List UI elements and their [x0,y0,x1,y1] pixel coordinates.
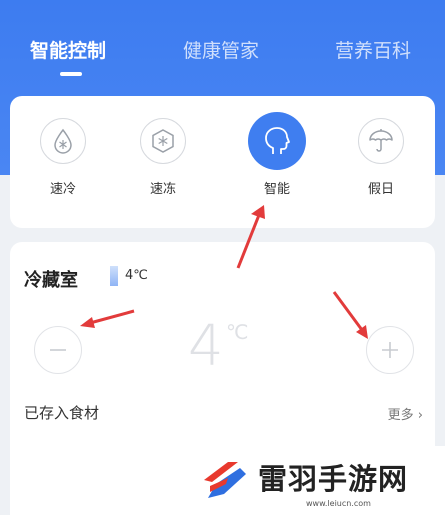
temperature-display-unit: ℃ [226,320,249,344]
umbrella-icon [369,129,393,152]
mode-label: 速冻 [149,182,176,197]
tab-health-manager[interactable]: 健康管家 [183,36,259,63]
more-label: 更多 [387,408,414,423]
watermark-url: www.leiucn.com [306,499,371,508]
temperature-display-value: 4 [188,314,224,379]
temperature-bar-icon [110,266,118,286]
head-profile-icon [265,127,290,154]
watermark-title: 雷羽手游网 [258,462,409,496]
compartment-title: 冷藏室 [24,270,78,291]
mode-quick-cool[interactable]: 速冷 [28,118,98,197]
snowflake-hexagon-icon [152,129,174,153]
mode-circle [140,118,186,164]
increase-temp-button[interactable] [366,326,414,374]
current-temperature: 4℃ [125,268,148,283]
snowflake-drop-icon [54,128,72,154]
stored-food-title: 已存入食材 [24,404,100,422]
chevron-right-icon: › [417,408,423,423]
tab-nutrition-encyclopedia[interactable]: 营养百科 [335,36,411,63]
more-link[interactable]: 更多 › [388,404,423,423]
mode-circle-active [248,112,306,170]
watermark-logo-icon [204,462,246,498]
mode-holiday[interactable]: 假日 [346,118,416,197]
mode-circle [358,118,404,164]
decrease-temp-button[interactable] [34,326,82,374]
plus-icon [382,342,398,358]
active-tab-indicator [60,72,82,76]
mode-smart[interactable]: 智能 [242,112,312,197]
minus-icon [50,349,66,351]
mode-circle [40,118,86,164]
mode-quick-freeze[interactable]: 速冻 [128,118,198,197]
mode-label: 假日 [367,182,394,197]
tab-smart-control[interactable]: 智能控制 [30,36,106,63]
mode-label: 智能 [263,182,290,197]
mode-selector-card: 速冷 速冻 智能 假日 [10,96,435,228]
mode-label: 速冷 [49,182,76,197]
top-tabs: 智能控制 健康管家 营养百科 [0,36,445,86]
watermark-banner: 雷羽手游网 www.leiucn.com [182,446,445,515]
